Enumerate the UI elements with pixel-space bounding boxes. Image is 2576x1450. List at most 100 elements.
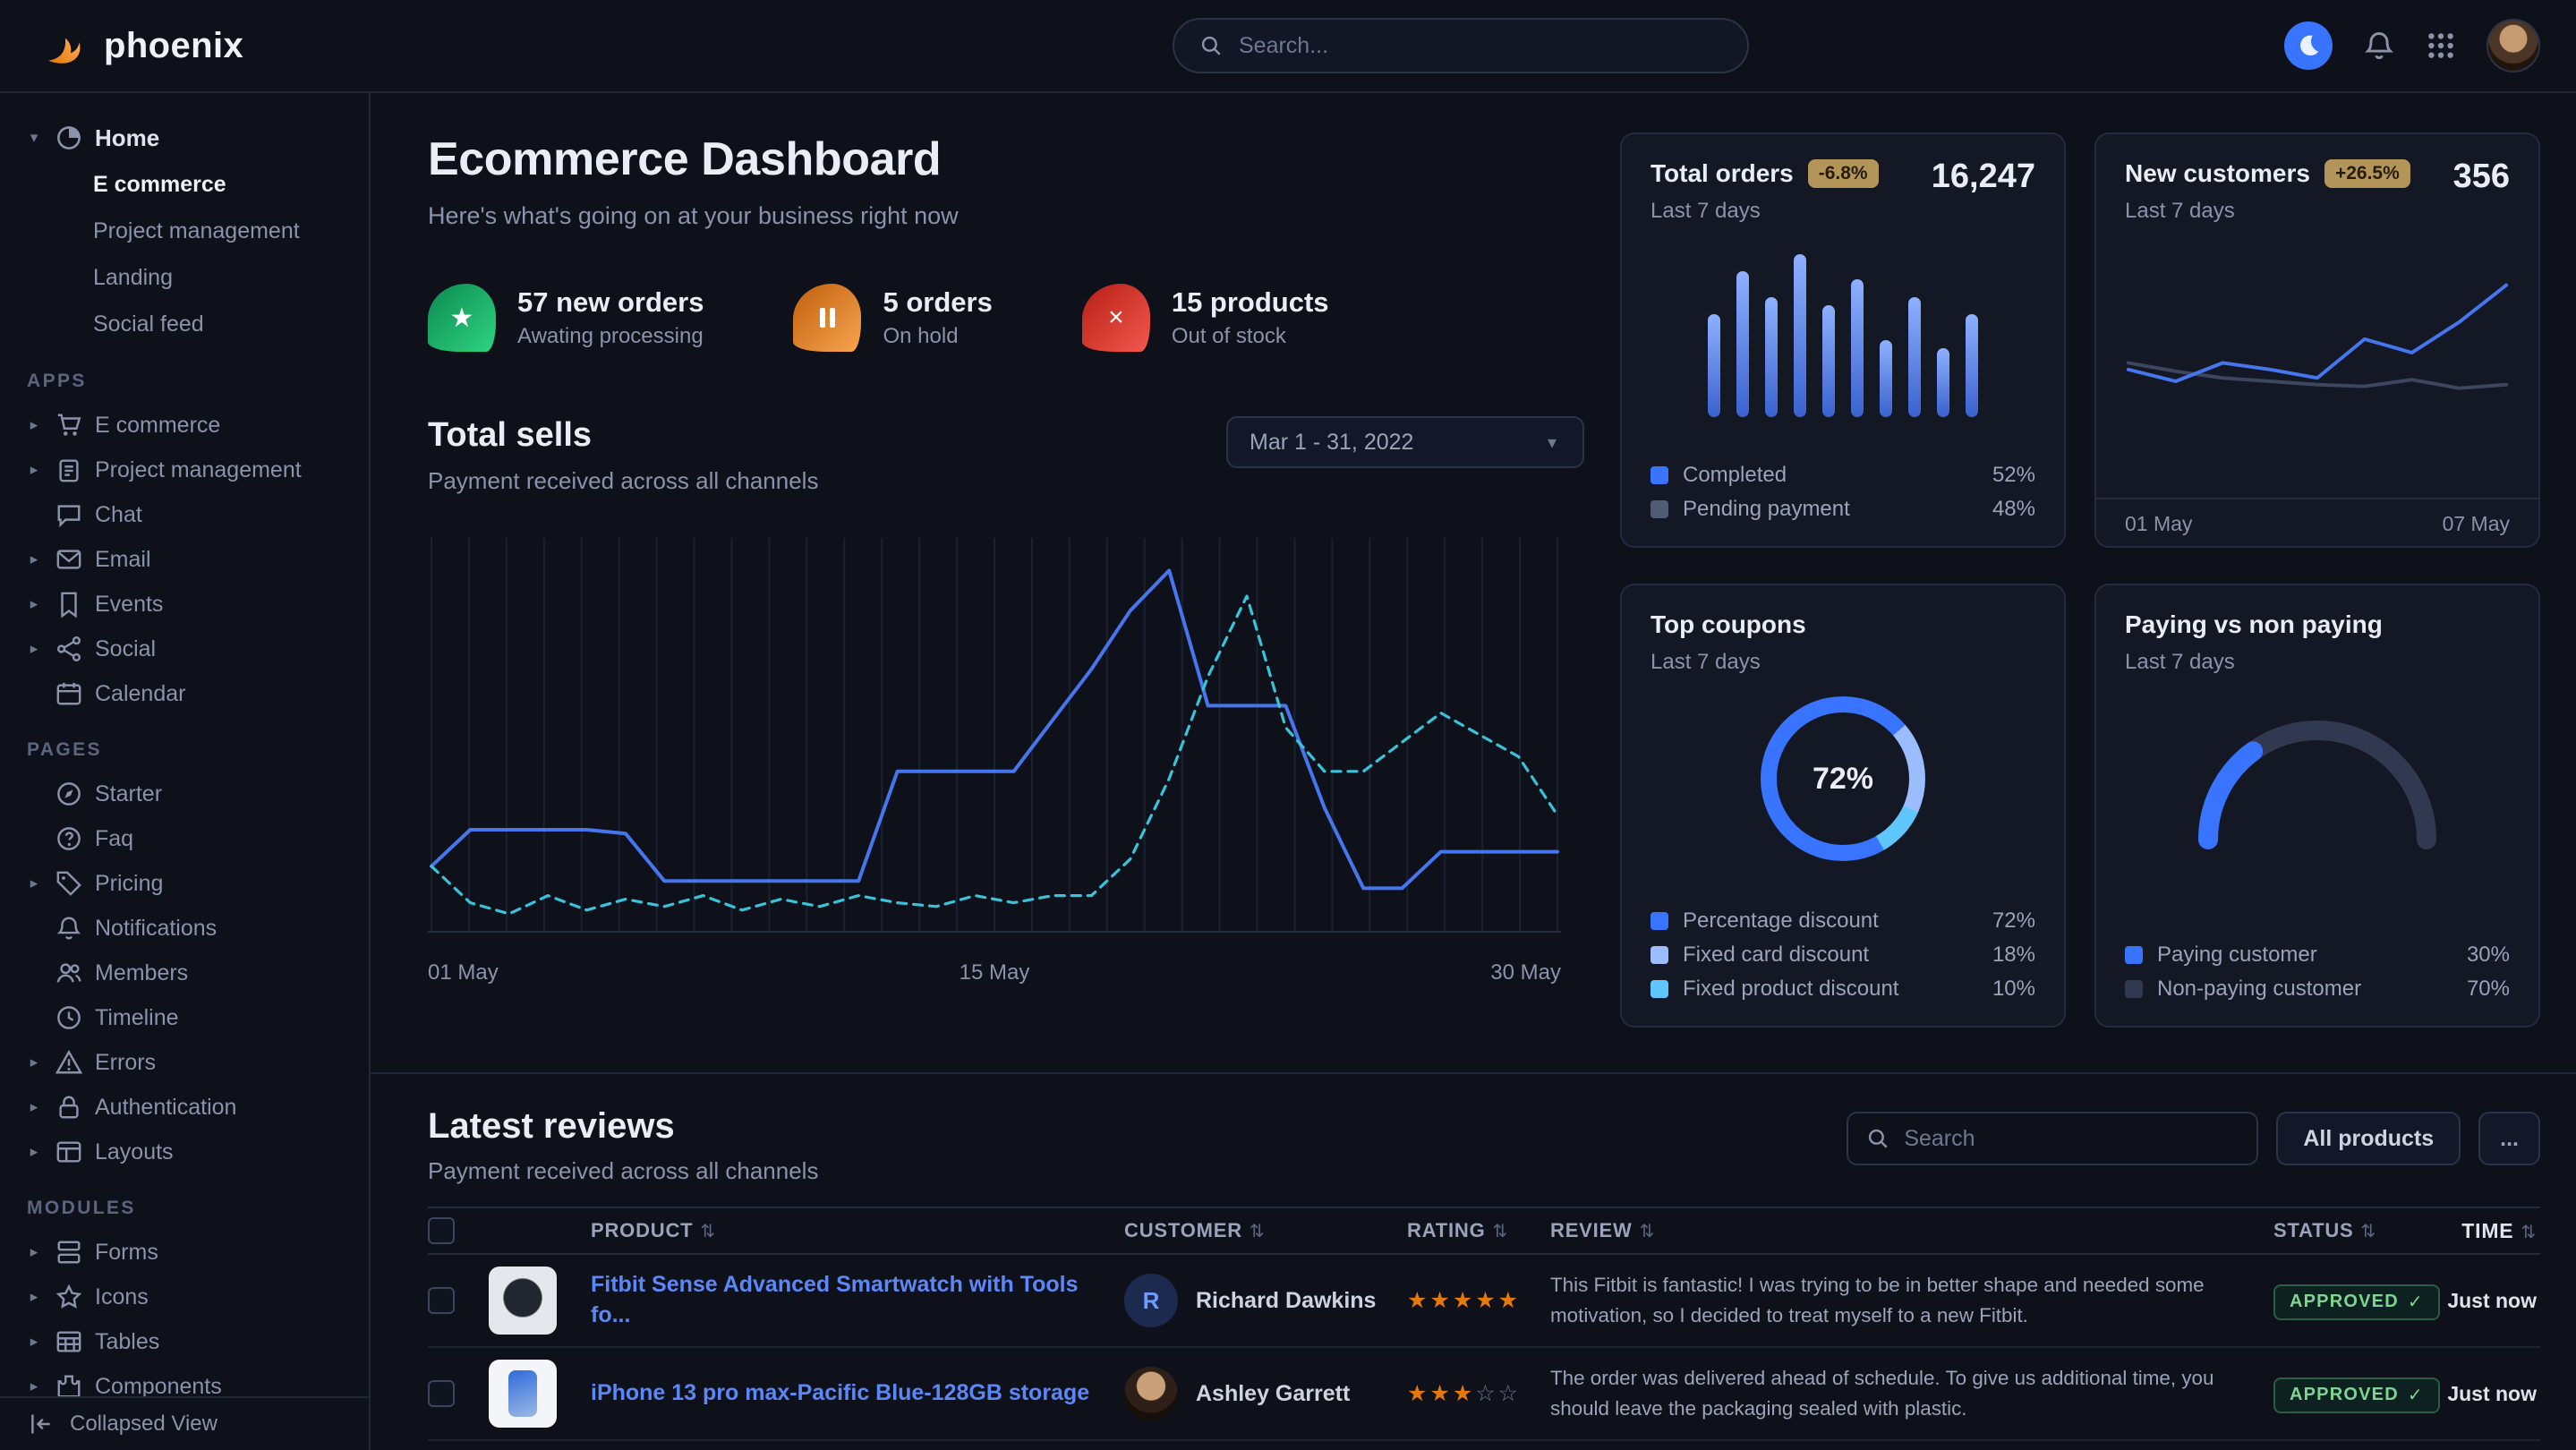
collapse-sidebar-button[interactable]: Collapsed View	[0, 1396, 369, 1450]
row-checkbox[interactable]	[428, 1380, 455, 1407]
phoenix-logo-icon	[43, 23, 88, 68]
layout-icon	[55, 1139, 82, 1165]
global-search[interactable]	[1173, 18, 1749, 73]
chevron-right-icon: ▸	[25, 416, 43, 434]
total-orders-value: 16,247	[1932, 158, 2035, 196]
sidebar-item-home[interactable]: ▾ Home	[25, 115, 354, 161]
sidebar: ▾ Home E commerce Project management Lan…	[0, 93, 371, 1450]
sidebar-item-social[interactable]: ▸ Social	[25, 627, 354, 671]
sidebar-item-pricing[interactable]: ▸ Pricing	[25, 861, 354, 906]
customer-avatar-initial: R	[1124, 1274, 1178, 1327]
sidebar-item-social-feed[interactable]: Social feed	[25, 301, 354, 347]
chevron-right-icon: ▸	[25, 1243, 43, 1261]
phoenix-dashboard: phoenix ▾ Home E commerce Project manage…	[0, 0, 2576, 1450]
sidebar-item-members[interactable]: Members	[25, 951, 354, 995]
sidebar-item-starter[interactable]: Starter	[25, 772, 354, 816]
sidebar-item-forms[interactable]: ▸ Forms	[25, 1230, 354, 1275]
sort-time[interactable]: TIME⇅	[2431, 1219, 2540, 1243]
chevron-right-icon: ▸	[25, 1378, 43, 1395]
chevron-right-icon: ▸	[25, 640, 43, 658]
product-thumbnail-phone[interactable]	[489, 1360, 557, 1428]
sidebar-item-calendar[interactable]: Calendar	[25, 671, 354, 716]
product-link[interactable]: iPhone 13 pro max-Pacific Blue-128GB sto…	[591, 1378, 1124, 1409]
table-row[interactable]: Fitbit Sense Advanced Smartwatch with To…	[428, 1255, 2540, 1348]
x-axis-labels: 01 May 15 May 30 May	[428, 960, 1561, 985]
sidebar-item-events[interactable]: ▸ Events	[25, 582, 354, 627]
search-input[interactable]	[1239, 33, 1722, 59]
product-thumbnail-watch[interactable]	[489, 1267, 557, 1335]
sidebar-item-ecommerce-app[interactable]: ▸ E commerce	[25, 403, 354, 448]
reviews-subtitle: Payment received across all channels	[428, 1157, 818, 1185]
sidebar-item-landing[interactable]: Landing	[25, 254, 354, 301]
moon-icon	[2295, 32, 2322, 59]
quick-stats: ★ 57 new orders Awating processing 5 ord…	[428, 284, 1584, 352]
sidebar-item-components[interactable]: ▸ Components	[25, 1364, 354, 1396]
alert-triangle-icon	[55, 1049, 82, 1076]
reviews-search-input[interactable]	[1904, 1126, 2239, 1152]
user-avatar[interactable]	[2486, 19, 2540, 72]
sidebar-item-timeline[interactable]: Timeline	[25, 995, 354, 1040]
users-icon	[55, 960, 82, 986]
sidebar-item-authentication[interactable]: ▸ Authentication	[25, 1085, 354, 1130]
latest-reviews-section: Latest reviews Payment received across a…	[371, 1074, 2576, 1450]
sidebar-item-icons[interactable]: ▸ Icons	[25, 1275, 354, 1319]
home-submenu: E commerce Project management Landing So…	[25, 161, 354, 347]
table-row[interactable]: iPhone 13 pro max-Pacific Blue-128GB sto…	[428, 1348, 2540, 1441]
sort-rating[interactable]: RATING⇅	[1407, 1219, 1550, 1242]
reviews-search[interactable]	[1847, 1112, 2258, 1165]
date-range-select[interactable]: Mar 1 - 31, 2022 ▾	[1226, 416, 1584, 468]
status-badge: APPROVED✓	[2273, 1284, 2440, 1320]
chevron-right-icon: ▸	[25, 1143, 43, 1161]
total-sells-subtitle: Payment received across all channels	[428, 467, 818, 495]
search-icon	[1199, 34, 1223, 57]
sort-icon: ⇅	[1250, 1222, 1266, 1241]
all-products-button[interactable]: All products	[2276, 1112, 2461, 1165]
customer-avatar-photo	[1124, 1367, 1178, 1420]
product-link[interactable]: Fitbit Sense Advanced Smartwatch with To…	[591, 1270, 1124, 1331]
sort-icon: ⇅	[1493, 1222, 1509, 1241]
clipboard-icon	[55, 456, 82, 483]
brand-logo[interactable]: phoenix	[43, 23, 243, 68]
more-options-button[interactable]: ...	[2478, 1112, 2540, 1165]
sort-review[interactable]: REVIEW⇅	[1550, 1219, 2273, 1242]
sidebar-item-tables[interactable]: ▸ Tables	[25, 1319, 354, 1364]
row-checkbox[interactable]	[428, 1287, 455, 1314]
sort-customer[interactable]: CUSTOMER⇅	[1124, 1219, 1407, 1242]
sidebar-item-email[interactable]: ▸ Email	[25, 537, 354, 582]
select-all-checkbox[interactable]	[428, 1217, 455, 1244]
mail-icon	[55, 546, 82, 573]
sidebar-item-notifications[interactable]: Notifications	[25, 906, 354, 951]
sidebar-item-e-commerce[interactable]: E commerce	[25, 161, 354, 208]
sidebar-item-errors[interactable]: ▸ Errors	[25, 1040, 354, 1085]
sort-status[interactable]: STATUS⇅	[2273, 1219, 2431, 1242]
stat-out-of-stock: × 15 products Out of stock	[1082, 284, 1329, 352]
check-icon: ✓	[2408, 1384, 2424, 1406]
legend-percentage-discount: Percentage discount 72%	[1651, 904, 2035, 938]
review-time: Just now	[2431, 1382, 2540, 1406]
sidebar-item-project-management[interactable]: Project management	[25, 208, 354, 254]
review-text: The order was delivered ahead of schedul…	[1550, 1363, 2273, 1423]
review-text: This Fitbit is fantastic! I was trying t…	[1550, 1270, 2273, 1330]
bar	[1822, 305, 1835, 417]
bar	[1966, 314, 1978, 417]
change-badge: +26.5%	[2324, 159, 2410, 188]
sidebar-item-chat[interactable]: Chat	[25, 492, 354, 537]
notifications-bell-icon[interactable]	[2363, 30, 2395, 62]
legend-fixed-card-discount: Fixed card discount 18%	[1651, 938, 2035, 972]
bar	[1880, 340, 1892, 417]
paying-gauge-chart	[2183, 704, 2452, 854]
apps-grid-icon[interactable]	[2426, 30, 2456, 61]
pause-badge-icon	[793, 284, 861, 352]
top-navbar: phoenix	[0, 0, 2576, 93]
sidebar-item-faq[interactable]: Faq	[25, 816, 354, 861]
customer-name: Richard Dawkins	[1196, 1288, 1376, 1314]
paying-vs-non-paying-card: Paying vs non paying Last 7 days Paying …	[2094, 584, 2540, 1028]
sidebar-item-project-management-app[interactable]: ▸ Project management	[25, 448, 354, 492]
dark-mode-toggle[interactable]	[2284, 21, 2333, 70]
total-orders-card: Total orders -6.8% Last 7 days 16,247 Co…	[1620, 132, 2066, 548]
sidebar-item-layouts[interactable]: ▸ Layouts	[25, 1130, 354, 1174]
chevron-right-icon: ▸	[25, 1053, 43, 1071]
bar	[1851, 279, 1864, 417]
sort-product[interactable]: PRODUCT⇅	[591, 1219, 1124, 1242]
navbar-actions	[2284, 19, 2540, 72]
